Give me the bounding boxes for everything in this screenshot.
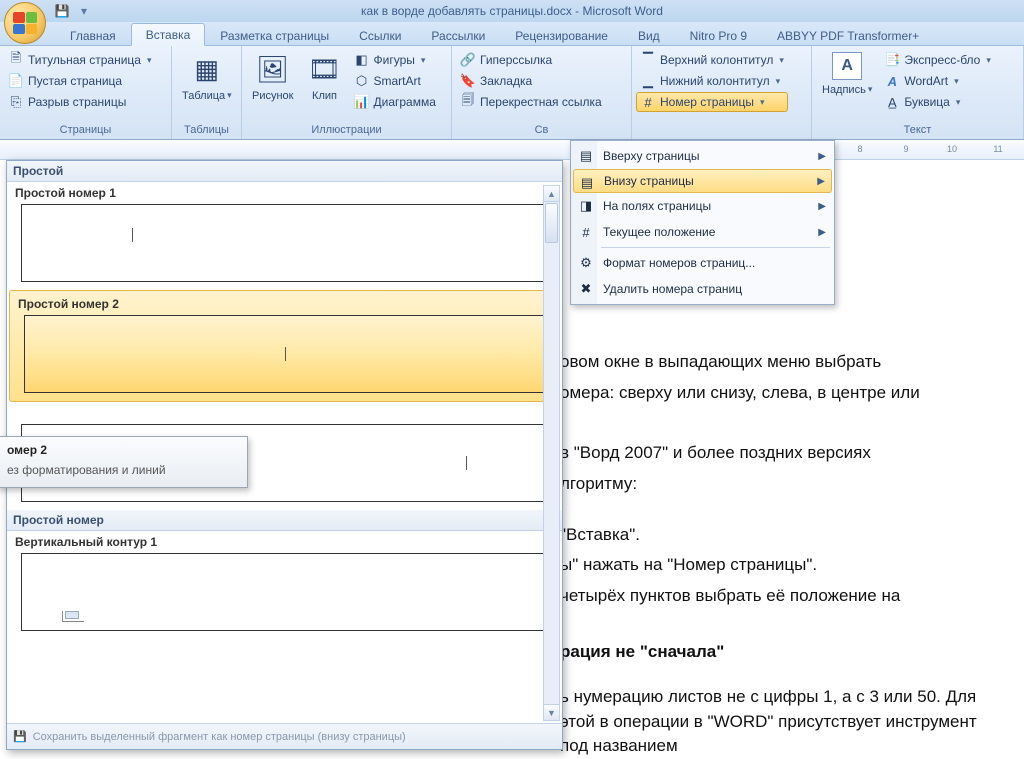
clip-button[interactable]: 🎞Клип — [302, 48, 348, 103]
group-header-footer-label — [636, 122, 807, 139]
cover-page-button[interactable]: 🗎Титульная страница — [4, 50, 156, 70]
wordart-button[interactable]: AWordArt — [880, 71, 995, 91]
shapes-button[interactable]: ◧Фигуры — [350, 50, 440, 70]
shapes-icon: ◧ — [354, 52, 370, 68]
scroll-down-icon[interactable]: ▼ — [544, 704, 559, 720]
cover-page-icon: 🗎 — [8, 52, 24, 68]
page-top-icon: ▤ — [577, 147, 595, 165]
hyperlink-icon: 🔗 — [460, 52, 476, 68]
scroll-up-icon[interactable]: ▲ — [544, 186, 559, 202]
page-break-button[interactable]: ⎘Разрыв страницы — [4, 92, 156, 112]
gallery-item-plain-1[interactable]: Простой номер 1 — [7, 182, 562, 282]
ribbon-tabs: Главная Вставка Разметка страницы Ссылки… — [0, 22, 1024, 46]
tab-abbyy[interactable]: ABBYY PDF Transformer+ — [762, 24, 934, 46]
save-icon[interactable]: 💾 — [54, 3, 70, 19]
save-selection-icon: 💾 — [13, 730, 27, 743]
quick-parts-icon: 📑 — [884, 52, 900, 68]
clip-icon: 🎞 — [308, 52, 342, 86]
menu-page-margins[interactable]: ◨На полях страницы▶ — [573, 193, 832, 219]
gallery-footer[interactable]: 💾 Сохранить выделенный фрагмент как номе… — [7, 723, 562, 749]
quick-parts-button[interactable]: 📑Экспресс-бло — [880, 50, 995, 70]
picture-button[interactable]: 🖼Рисунок — [246, 48, 300, 103]
page-number-button[interactable]: #Номер страницы — [636, 92, 788, 112]
group-illustrations-label: Иллюстрации — [246, 122, 447, 139]
page-current-icon: # — [577, 223, 595, 241]
group-pages-label: Страницы — [4, 122, 167, 139]
tab-review[interactable]: Рецензирование — [500, 24, 623, 46]
page-break-icon: ⎘ — [8, 94, 24, 110]
tab-home[interactable]: Главная — [55, 24, 131, 46]
tab-view[interactable]: Вид — [623, 24, 675, 46]
gallery-item-tooltip: омер 2 ез форматирования и линий — [0, 436, 248, 488]
gallery-scrollbar[interactable]: ▲ ▼ — [543, 185, 560, 721]
tab-references[interactable]: Ссылки — [344, 24, 416, 46]
qat-dropdown-icon[interactable]: ▾ — [76, 3, 92, 19]
group-tables-label: Таблицы — [176, 122, 237, 139]
tab-mailings[interactable]: Рассылки — [416, 24, 500, 46]
chart-button[interactable]: 📊Диаграмма — [350, 92, 440, 112]
menu-format-page-numbers[interactable]: ⚙Формат номеров страниц... — [573, 250, 832, 276]
ribbon: 🗎Титульная страница 📄Пустая страница ⎘Ра… — [0, 46, 1024, 140]
page-bottom-icon: ▤ — [578, 174, 596, 192]
quick-access-toolbar: 💾 ▾ — [54, 3, 92, 19]
page-remove-icon: ✖ — [577, 280, 595, 298]
table-button[interactable]: ▦ Таблица — [176, 48, 238, 103]
picture-icon: 🖼 — [256, 52, 290, 86]
tab-page-layout[interactable]: Разметка страницы — [205, 24, 344, 46]
menu-bottom-of-page[interactable]: ▤Внизу страницы▶ — [573, 169, 832, 193]
chart-icon: 📊 — [354, 94, 370, 110]
smartart-icon: ⬡ — [354, 73, 370, 89]
scroll-thumb[interactable] — [545, 203, 558, 243]
group-links-label: Св — [456, 122, 627, 139]
group-text-label: Текст — [816, 122, 1019, 139]
title-bar: 💾 ▾ как в ворде добавлять страницы.docx … — [0, 0, 1024, 22]
hyperlink-button[interactable]: 🔗Гиперссылка — [456, 50, 606, 70]
tab-nitro[interactable]: Nitro Pro 9 — [675, 24, 762, 46]
footer-button[interactable]: ▁Нижний колонтитул — [636, 71, 788, 91]
page-number-icon: # — [640, 94, 656, 110]
cross-ref-button[interactable]: 🗐Перекрестная ссылка — [456, 92, 606, 112]
wordart-icon: A — [884, 73, 900, 89]
blank-page-icon: 📄 — [8, 73, 24, 89]
table-icon: ▦ — [190, 52, 224, 86]
menu-current-position[interactable]: #Текущее положение▶ — [573, 219, 832, 245]
smartart-button[interactable]: ⬡SmartArt — [350, 71, 440, 91]
office-button[interactable] — [4, 2, 46, 44]
page-format-icon: ⚙ — [577, 254, 595, 272]
footer-icon: ▁ — [640, 73, 656, 89]
gallery-item-vertical-outline-1[interactable]: Вертикальный контур 1 — [7, 531, 562, 631]
menu-top-of-page[interactable]: ▤Вверху страницы▶ — [573, 143, 832, 169]
window-title: как в ворде добавлять страницы.docx - Mi… — [361, 4, 663, 18]
gallery-header-simple-num: Простой номер — [7, 510, 562, 531]
menu-remove-page-numbers[interactable]: ✖Удалить номера страниц — [573, 276, 832, 302]
drop-cap-icon: A̲ — [884, 94, 900, 110]
text-box-button[interactable]: AНадпись — [816, 48, 878, 97]
bookmark-button[interactable]: 🔖Закладка — [456, 71, 606, 91]
menu-separator — [601, 247, 830, 248]
gallery-item-plain-2[interactable]: Простой номер 2 — [9, 290, 560, 402]
page-margin-icon: ◨ — [577, 197, 595, 215]
drop-cap-button[interactable]: A̲Буквица — [880, 92, 995, 112]
bookmark-icon: 🔖 — [460, 73, 476, 89]
header-icon: ▔ — [640, 52, 656, 68]
cross-ref-icon: 🗐 — [460, 94, 476, 110]
header-button[interactable]: ▔Верхний колонтитул — [636, 50, 788, 70]
text-box-icon: A — [832, 52, 862, 80]
gallery-header-simple: Простой — [7, 161, 562, 182]
tab-insert[interactable]: Вставка — [131, 23, 206, 46]
horizontal-ruler[interactable]: 3456789101112 — [0, 140, 1024, 160]
blank-page-button[interactable]: 📄Пустая страница — [4, 71, 156, 91]
page-number-menu: ▤Вверху страницы▶ ▤Внизу страницы▶ ◨На п… — [570, 140, 835, 305]
